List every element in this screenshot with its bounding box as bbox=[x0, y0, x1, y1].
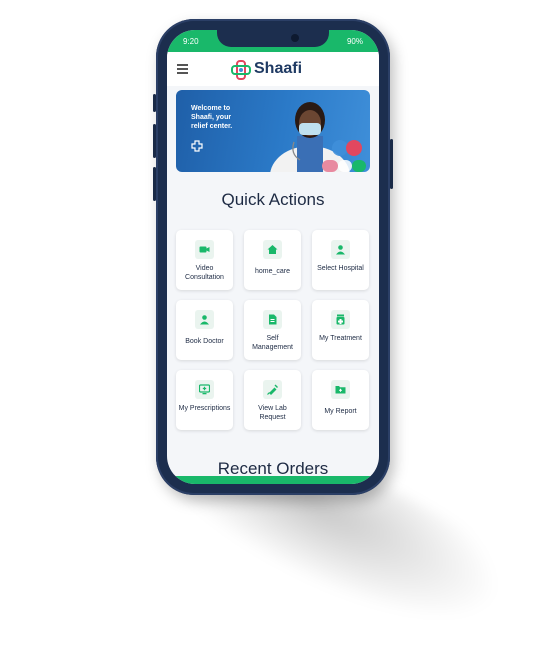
app-screen: 9:20 90% Shaafi Welcome to Shaafi, your … bbox=[167, 30, 379, 484]
brand-name: Shaafi bbox=[254, 60, 303, 77]
monitor-icon bbox=[195, 380, 214, 399]
quick-action-self-management[interactable]: Self Management bbox=[244, 300, 301, 360]
quick-action-my-treatment[interactable]: My Treatment bbox=[312, 300, 369, 360]
welcome-banner[interactable]: Welcome to Shaafi, your relief center. bbox=[176, 90, 370, 172]
home-icon bbox=[263, 240, 282, 259]
banner-line-2: Shaafi, your bbox=[191, 114, 232, 121]
volume-down-button bbox=[153, 167, 156, 201]
side-button bbox=[153, 94, 156, 112]
quick-action-video-consultation[interactable]: Video Consultation bbox=[176, 230, 233, 290]
banner-line-1: Welcome to bbox=[191, 105, 231, 112]
quick-action-view-lab-request[interactable]: View Lab Request bbox=[244, 370, 301, 430]
tile-label: Book Doctor bbox=[185, 338, 224, 345]
tile-label: home_care bbox=[254, 268, 291, 275]
syringe-icon bbox=[263, 380, 282, 399]
banner-line-3: relief center. bbox=[191, 123, 233, 130]
doctor-illustration bbox=[270, 102, 366, 172]
medical-cross-icon bbox=[191, 140, 203, 152]
status-battery: 90% bbox=[346, 37, 363, 46]
volume-up-button bbox=[153, 124, 156, 158]
video-camera-icon bbox=[195, 240, 214, 259]
quick-action-select-hospital[interactable]: Select Hospital bbox=[312, 230, 369, 290]
tile-label: Select Hospital bbox=[317, 265, 364, 272]
camera-icon bbox=[291, 34, 299, 42]
medicine-icon bbox=[331, 310, 350, 329]
quick-action-home-care[interactable]: home_care bbox=[244, 230, 301, 290]
hamburger-icon[interactable] bbox=[177, 64, 188, 74]
phone-frame: 9:20 90% Shaafi Welcome to Shaafi, your … bbox=[153, 19, 393, 495]
shaafi-logo-icon bbox=[231, 60, 251, 80]
phone-notch bbox=[217, 30, 329, 47]
tile-label: View Lab Request bbox=[258, 405, 287, 421]
tile-label: My Report bbox=[324, 408, 357, 415]
tile-label: Video Consultation bbox=[185, 265, 224, 281]
folder-icon bbox=[331, 380, 350, 399]
quick-action-my-report[interactable]: My Report bbox=[312, 370, 369, 430]
app-bar: Shaafi bbox=[167, 52, 379, 86]
status-time: 9:20 bbox=[183, 37, 199, 46]
tile-label: Self Management bbox=[252, 335, 293, 351]
quick-action-book-doctor[interactable]: Book Doctor bbox=[176, 300, 233, 360]
document-icon bbox=[263, 310, 282, 329]
banner-text: Welcome to Shaafi, your relief center. bbox=[191, 104, 251, 131]
bottom-bar bbox=[167, 476, 379, 484]
quick-action-my-prescriptions[interactable]: My Prescriptions bbox=[176, 370, 233, 430]
power-button bbox=[390, 139, 393, 189]
doctor-icon bbox=[195, 310, 214, 329]
doctor-icon bbox=[331, 240, 350, 259]
quick-actions-title: Quick Actions bbox=[221, 190, 325, 209]
tile-label: My Treatment bbox=[319, 335, 362, 342]
tile-label: My Prescriptions bbox=[178, 405, 231, 412]
